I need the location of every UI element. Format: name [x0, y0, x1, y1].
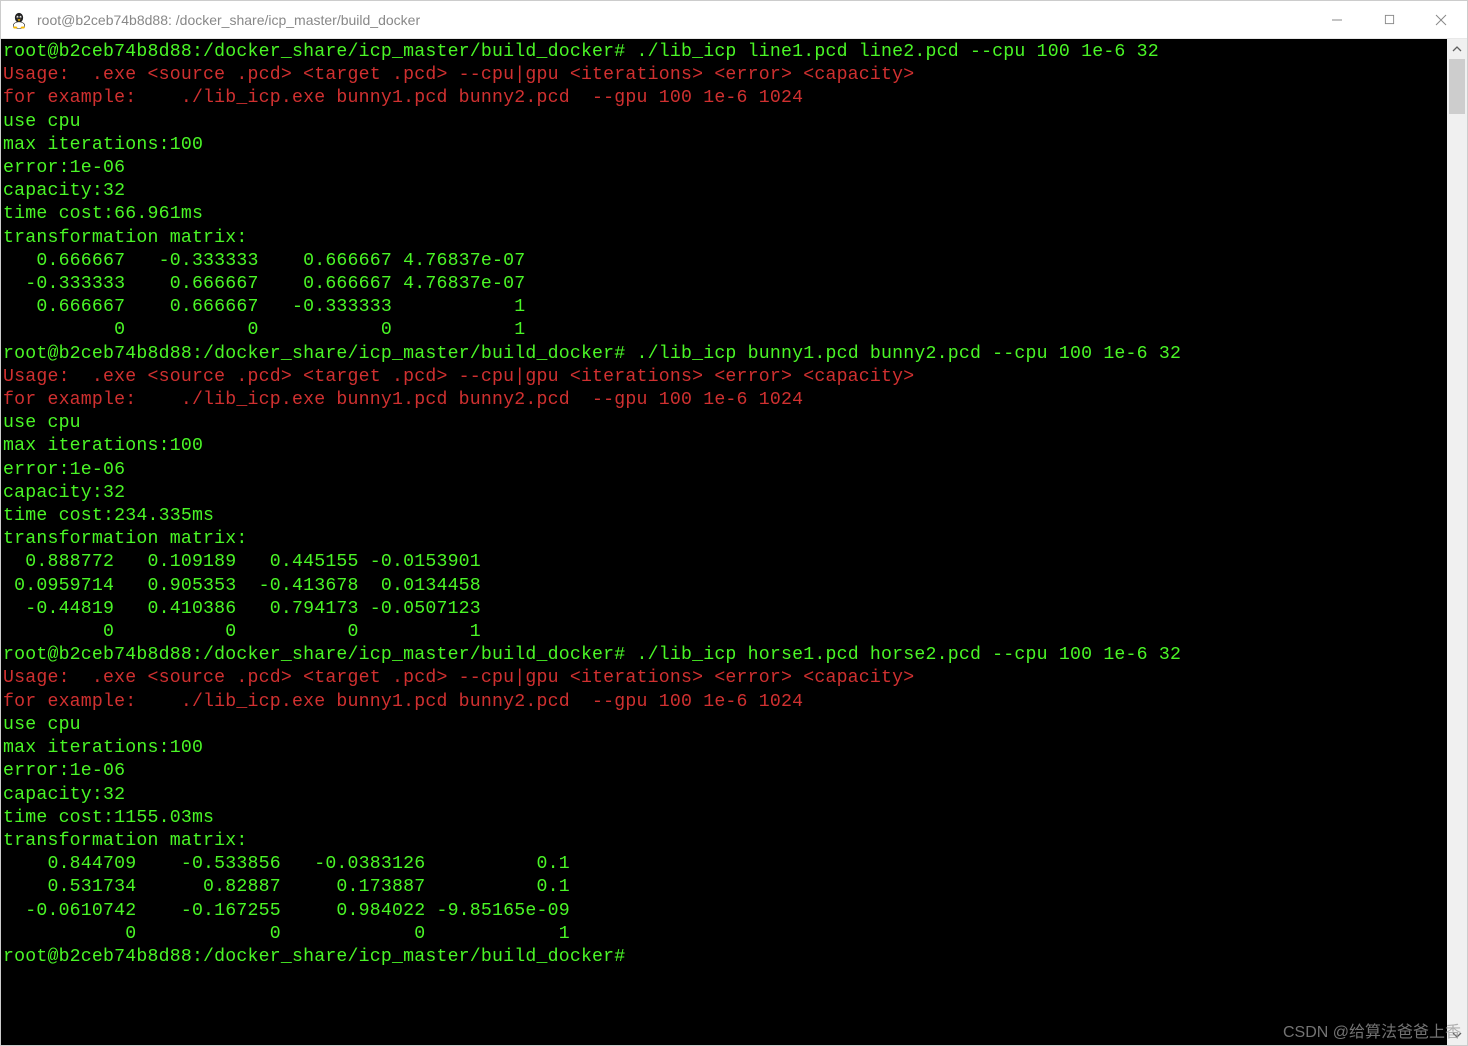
usage-line: Usage: .exe <source .pcd> <target .pcd> … — [3, 367, 914, 387]
max-iter-line: max iterations:100 — [3, 135, 203, 155]
example-line: for example: ./lib_icp.exe bunny1.pcd bu… — [3, 692, 803, 712]
prompt: root@b2ceb74b8d88:/docker_share/icp_mast… — [3, 947, 625, 967]
app-window: root@b2ceb74b8d88: /docker_share/icp_mas… — [0, 0, 1468, 1046]
vertical-scrollbar[interactable] — [1447, 39, 1467, 1045]
use-cpu-line: use cpu — [3, 413, 81, 433]
capacity-line: capacity:32 — [3, 785, 125, 805]
matrix-row: 0.531734 0.82887 0.173887 0.1 — [3, 877, 570, 897]
max-iter-line: max iterations:100 — [3, 738, 203, 758]
command-line: ./lib_icp line1.pcd line2.pcd --cpu 100 … — [625, 42, 1159, 62]
matrix-row: 0.844709 -0.533856 -0.0383126 0.1 — [3, 854, 570, 874]
window-controls — [1311, 1, 1467, 38]
minimize-button[interactable] — [1311, 1, 1363, 38]
scroll-up-icon[interactable] — [1447, 39, 1467, 59]
matrix-row: 0.666667 -0.333333 0.666667 4.76837e-07 — [3, 251, 525, 271]
example-line: for example: ./lib_icp.exe bunny1.pcd bu… — [3, 88, 803, 108]
window-title: root@b2ceb74b8d88: /docker_share/icp_mas… — [37, 12, 1311, 28]
matrix-row: -0.0610742 -0.167255 0.984022 -9.85165e-… — [3, 901, 570, 921]
matrix-row: 0 0 0 1 — [3, 320, 525, 340]
scrollbar-thumb[interactable] — [1449, 59, 1465, 114]
titlebar[interactable]: root@b2ceb74b8d88: /docker_share/icp_mas… — [1, 1, 1467, 39]
max-iter-line: max iterations:100 — [3, 436, 203, 456]
terminal-area: root@b2ceb74b8d88:/docker_share/icp_mast… — [1, 39, 1467, 1045]
close-button[interactable] — [1415, 1, 1467, 38]
error-line: error:1e-06 — [3, 158, 125, 178]
matrix-row: 0.0959714 0.905353 -0.413678 0.0134458 — [3, 576, 481, 596]
usage-line: Usage: .exe <source .pcd> <target .pcd> … — [3, 668, 914, 688]
matrix-row: -0.44819 0.410386 0.794173 -0.0507123 — [3, 599, 481, 619]
error-line: error:1e-06 — [3, 460, 125, 480]
prompt: root@b2ceb74b8d88:/docker_share/icp_mast… — [3, 645, 625, 665]
example-line: for example: ./lib_icp.exe bunny1.pcd bu… — [3, 390, 803, 410]
scroll-down-icon[interactable] — [1447, 1025, 1467, 1045]
use-cpu-line: use cpu — [3, 715, 81, 735]
prompt: root@b2ceb74b8d88:/docker_share/icp_mast… — [3, 344, 625, 364]
capacity-line: capacity:32 — [3, 181, 125, 201]
matrix-row: -0.333333 0.666667 0.666667 4.76837e-07 — [3, 274, 525, 294]
matrix-row: 0 0 0 1 — [3, 924, 570, 944]
error-line: error:1e-06 — [3, 761, 125, 781]
matrix-label: transformation matrix: — [3, 529, 248, 549]
matrix-row: 0.666667 0.666667 -0.333333 1 — [3, 297, 525, 317]
command-line: ./lib_icp horse1.pcd horse2.pcd --cpu 10… — [625, 645, 1181, 665]
usage-line: Usage: .exe <source .pcd> <target .pcd> … — [3, 65, 914, 85]
matrix-row: 0.888772 0.109189 0.445155 -0.0153901 — [3, 552, 481, 572]
cursor — [625, 947, 636, 967]
tux-icon — [9, 10, 29, 30]
terminal-output[interactable]: root@b2ceb74b8d88:/docker_share/icp_mast… — [1, 39, 1447, 1045]
time-cost-line: time cost:1155.03ms — [3, 808, 214, 828]
matrix-label: transformation matrix: — [3, 831, 248, 851]
use-cpu-line: use cpu — [3, 112, 81, 132]
matrix-label: transformation matrix: — [3, 228, 248, 248]
prompt: root@b2ceb74b8d88:/docker_share/icp_mast… — [3, 42, 625, 62]
time-cost-line: time cost:66.961ms — [3, 204, 203, 224]
capacity-line: capacity:32 — [3, 483, 125, 503]
maximize-button[interactable] — [1363, 1, 1415, 38]
matrix-row: 0 0 0 1 — [3, 622, 481, 642]
command-line: ./lib_icp bunny1.pcd bunny2.pcd --cpu 10… — [625, 344, 1181, 364]
time-cost-line: time cost:234.335ms — [3, 506, 214, 526]
